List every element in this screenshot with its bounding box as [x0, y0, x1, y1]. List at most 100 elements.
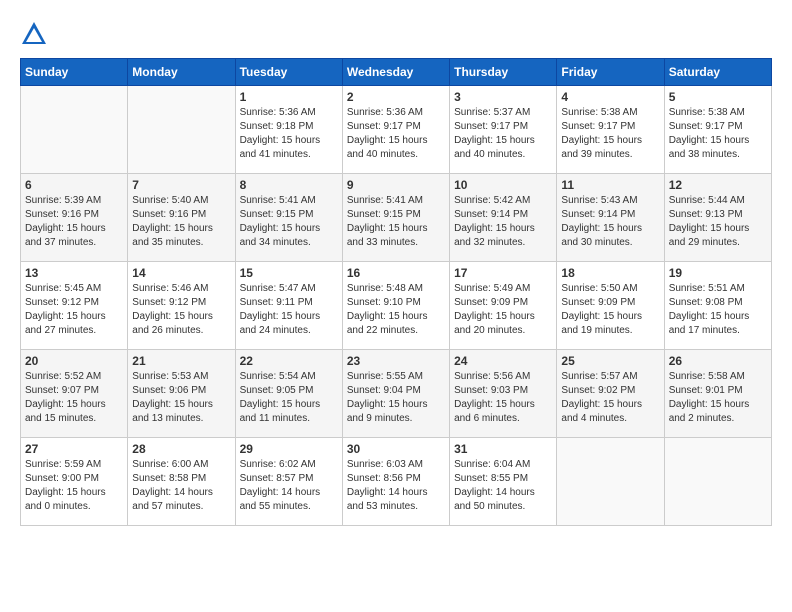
cell-line: Daylight: 14 hours	[454, 486, 552, 500]
week-row-4: 20Sunrise: 5:52 AMSunset: 9:07 PMDayligh…	[21, 350, 772, 438]
cell-line: Daylight: 15 hours	[347, 134, 445, 148]
cell-line: Sunrise: 5:41 AM	[347, 194, 445, 208]
cell-line: and 29 minutes.	[669, 236, 767, 250]
cell-line: Sunset: 9:14 PM	[561, 208, 659, 222]
day-header-saturday: Saturday	[664, 59, 771, 86]
day-number: 18	[561, 266, 659, 280]
cell-line: Daylight: 15 hours	[561, 310, 659, 324]
cell-line: Daylight: 15 hours	[347, 222, 445, 236]
calendar-cell: 6Sunrise: 5:39 AMSunset: 9:16 PMDaylight…	[21, 174, 128, 262]
cell-line: Daylight: 15 hours	[347, 398, 445, 412]
cell-line: Sunrise: 6:03 AM	[347, 458, 445, 472]
week-row-3: 13Sunrise: 5:45 AMSunset: 9:12 PMDayligh…	[21, 262, 772, 350]
cell-line: Daylight: 15 hours	[25, 222, 123, 236]
cell-line: Sunrise: 5:48 AM	[347, 282, 445, 296]
calendar-cell: 8Sunrise: 5:41 AMSunset: 9:15 PMDaylight…	[235, 174, 342, 262]
day-number: 6	[25, 178, 123, 192]
cell-line: Sunset: 9:14 PM	[454, 208, 552, 222]
day-number: 27	[25, 442, 123, 456]
cell-line: and 39 minutes.	[561, 148, 659, 162]
day-header-wednesday: Wednesday	[342, 59, 449, 86]
cell-line: and 30 minutes.	[561, 236, 659, 250]
cell-line: and 9 minutes.	[347, 412, 445, 426]
cell-line: Sunrise: 5:54 AM	[240, 370, 338, 384]
cell-line: and 6 minutes.	[454, 412, 552, 426]
cell-line: Sunset: 9:03 PM	[454, 384, 552, 398]
cell-line: Sunrise: 5:45 AM	[25, 282, 123, 296]
cell-line: and 22 minutes.	[347, 324, 445, 338]
cell-line: Sunset: 9:06 PM	[132, 384, 230, 398]
cell-line: and 24 minutes.	[240, 324, 338, 338]
cell-line: Sunset: 9:18 PM	[240, 120, 338, 134]
calendar-cell	[128, 86, 235, 174]
day-number: 7	[132, 178, 230, 192]
cell-line: and 20 minutes.	[454, 324, 552, 338]
cell-line: Daylight: 15 hours	[454, 222, 552, 236]
cell-line: and 15 minutes.	[25, 412, 123, 426]
cell-line: and 2 minutes.	[669, 412, 767, 426]
day-number: 15	[240, 266, 338, 280]
calendar-table: SundayMondayTuesdayWednesdayThursdayFrid…	[20, 58, 772, 526]
calendar-cell	[557, 438, 664, 526]
calendar-cell: 24Sunrise: 5:56 AMSunset: 9:03 PMDayligh…	[450, 350, 557, 438]
cell-line: Sunrise: 5:57 AM	[561, 370, 659, 384]
cell-line: and 33 minutes.	[347, 236, 445, 250]
cell-line: Sunrise: 5:59 AM	[25, 458, 123, 472]
cell-line: Sunrise: 5:44 AM	[669, 194, 767, 208]
cell-line: Sunset: 9:09 PM	[454, 296, 552, 310]
cell-line: Sunset: 8:55 PM	[454, 472, 552, 486]
cell-line: Sunrise: 6:02 AM	[240, 458, 338, 472]
cell-line: Sunrise: 5:42 AM	[454, 194, 552, 208]
cell-line: Sunset: 9:17 PM	[561, 120, 659, 134]
cell-line: Sunset: 8:56 PM	[347, 472, 445, 486]
cell-line: and 32 minutes.	[454, 236, 552, 250]
cell-line: Sunset: 9:00 PM	[25, 472, 123, 486]
cell-line: Daylight: 15 hours	[132, 398, 230, 412]
cell-line: Daylight: 15 hours	[454, 134, 552, 148]
cell-line: Sunrise: 5:50 AM	[561, 282, 659, 296]
day-number: 10	[454, 178, 552, 192]
cell-line: and 19 minutes.	[561, 324, 659, 338]
cell-line: Sunrise: 5:36 AM	[347, 106, 445, 120]
day-number: 19	[669, 266, 767, 280]
cell-line: Sunset: 9:12 PM	[132, 296, 230, 310]
cell-line: and 57 minutes.	[132, 500, 230, 514]
cell-line: Daylight: 15 hours	[669, 310, 767, 324]
cell-line: Sunrise: 5:36 AM	[240, 106, 338, 120]
cell-line: Daylight: 15 hours	[240, 310, 338, 324]
cell-line: Sunrise: 5:39 AM	[25, 194, 123, 208]
cell-line: and 0 minutes.	[25, 500, 123, 514]
cell-line: Sunrise: 6:04 AM	[454, 458, 552, 472]
cell-line: Sunrise: 5:43 AM	[561, 194, 659, 208]
cell-line: Daylight: 14 hours	[347, 486, 445, 500]
cell-line: Daylight: 15 hours	[25, 486, 123, 500]
calendar-cell: 17Sunrise: 5:49 AMSunset: 9:09 PMDayligh…	[450, 262, 557, 350]
cell-line: and 40 minutes.	[454, 148, 552, 162]
cell-line: and 26 minutes.	[132, 324, 230, 338]
logo-icon	[20, 20, 48, 48]
calendar-cell: 29Sunrise: 6:02 AMSunset: 8:57 PMDayligh…	[235, 438, 342, 526]
cell-line: Sunset: 9:11 PM	[240, 296, 338, 310]
cell-line: Daylight: 14 hours	[132, 486, 230, 500]
day-number: 11	[561, 178, 659, 192]
calendar-cell: 30Sunrise: 6:03 AMSunset: 8:56 PMDayligh…	[342, 438, 449, 526]
day-header-monday: Monday	[128, 59, 235, 86]
calendar-cell: 21Sunrise: 5:53 AMSunset: 9:06 PMDayligh…	[128, 350, 235, 438]
cell-line: Sunset: 9:01 PM	[669, 384, 767, 398]
calendar-cell: 7Sunrise: 5:40 AMSunset: 9:16 PMDaylight…	[128, 174, 235, 262]
day-number: 28	[132, 442, 230, 456]
cell-line: Sunset: 9:07 PM	[25, 384, 123, 398]
week-row-5: 27Sunrise: 5:59 AMSunset: 9:00 PMDayligh…	[21, 438, 772, 526]
cell-line: Daylight: 15 hours	[240, 134, 338, 148]
cell-line: Daylight: 15 hours	[347, 310, 445, 324]
cell-line: Sunrise: 5:41 AM	[240, 194, 338, 208]
calendar-cell: 1Sunrise: 5:36 AMSunset: 9:18 PMDaylight…	[235, 86, 342, 174]
cell-line: Daylight: 15 hours	[240, 398, 338, 412]
page-header	[20, 20, 772, 48]
cell-line: Sunrise: 5:52 AM	[25, 370, 123, 384]
cell-line: Sunrise: 5:37 AM	[454, 106, 552, 120]
calendar-cell: 22Sunrise: 5:54 AMSunset: 9:05 PMDayligh…	[235, 350, 342, 438]
cell-line: Daylight: 15 hours	[25, 398, 123, 412]
cell-line: Daylight: 15 hours	[454, 398, 552, 412]
cell-line: and 50 minutes.	[454, 500, 552, 514]
